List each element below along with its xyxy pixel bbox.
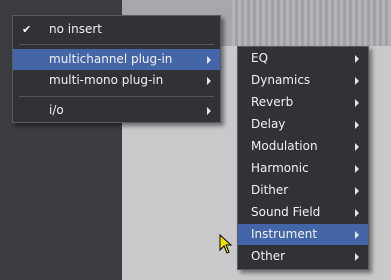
submenu-arrow-icon	[355, 231, 359, 239]
submenu-arrow-icon	[207, 56, 211, 64]
menu-item-multichannel-plug-in[interactable]: multichannel plug-in	[13, 49, 220, 70]
submenu-item-harmonic[interactable]: Harmonic	[238, 158, 368, 179]
menu-separator	[19, 44, 214, 45]
submenu-item-eq[interactable]: EQ	[238, 48, 368, 69]
submenu-arrow-icon	[355, 253, 359, 261]
submenu-item-label: Modulation	[251, 139, 318, 153]
submenu-item-reverb[interactable]: Reverb	[238, 92, 368, 113]
background-striped-area	[232, 0, 391, 46]
insert-menu: ✔ no insert multichannel plug-in multi-m…	[12, 15, 221, 123]
submenu-item-dynamics[interactable]: Dynamics	[238, 70, 368, 91]
submenu-item-label: Reverb	[251, 95, 294, 109]
submenu-item-label: Sound Field	[251, 205, 321, 219]
menu-item-label: no insert	[49, 22, 102, 36]
submenu-item-label: Delay	[251, 117, 286, 131]
submenu-item-dither[interactable]: Dither	[238, 180, 368, 201]
submenu-item-delay[interactable]: Delay	[238, 114, 368, 135]
submenu-item-sound-field[interactable]: Sound Field	[238, 202, 368, 223]
submenu-item-label: EQ	[251, 51, 269, 65]
submenu-arrow-icon	[207, 107, 211, 115]
submenu-arrow-icon	[355, 165, 359, 173]
submenu-item-modulation[interactable]: Modulation	[238, 136, 368, 157]
submenu-item-label: Harmonic	[251, 161, 309, 175]
menu-separator	[19, 96, 214, 97]
menu-item-label: multi-mono plug-in	[49, 73, 164, 87]
submenu-arrow-icon	[355, 143, 359, 151]
submenu-arrow-icon	[355, 55, 359, 63]
submenu-item-label: Dynamics	[251, 73, 311, 87]
submenu-arrow-icon	[355, 187, 359, 195]
plugin-category-submenu: EQ Dynamics Reverb Delay Modulation Harm…	[237, 46, 369, 270]
submenu-arrow-icon	[355, 209, 359, 217]
checkmark-icon: ✔	[22, 23, 32, 36]
submenu-arrow-icon	[355, 99, 359, 107]
submenu-item-instrument[interactable]: Instrument	[238, 224, 368, 245]
menu-item-no-insert[interactable]: ✔ no insert	[13, 19, 220, 40]
submenu-item-label: Instrument	[251, 227, 318, 241]
submenu-arrow-icon	[355, 77, 359, 85]
submenu-item-other[interactable]: Other	[238, 246, 368, 267]
submenu-arrow-icon	[355, 121, 359, 129]
mouse-pointer-icon	[219, 234, 233, 254]
submenu-item-label: Other	[251, 249, 286, 263]
menu-item-label: i/o	[49, 103, 64, 117]
submenu-arrow-icon	[207, 77, 211, 85]
menu-item-multi-mono-plug-in[interactable]: multi-mono plug-in	[13, 70, 220, 91]
menu-item-io[interactable]: i/o	[13, 100, 220, 121]
menu-item-label: multichannel plug-in	[49, 52, 173, 66]
submenu-item-label: Dither	[251, 183, 289, 197]
